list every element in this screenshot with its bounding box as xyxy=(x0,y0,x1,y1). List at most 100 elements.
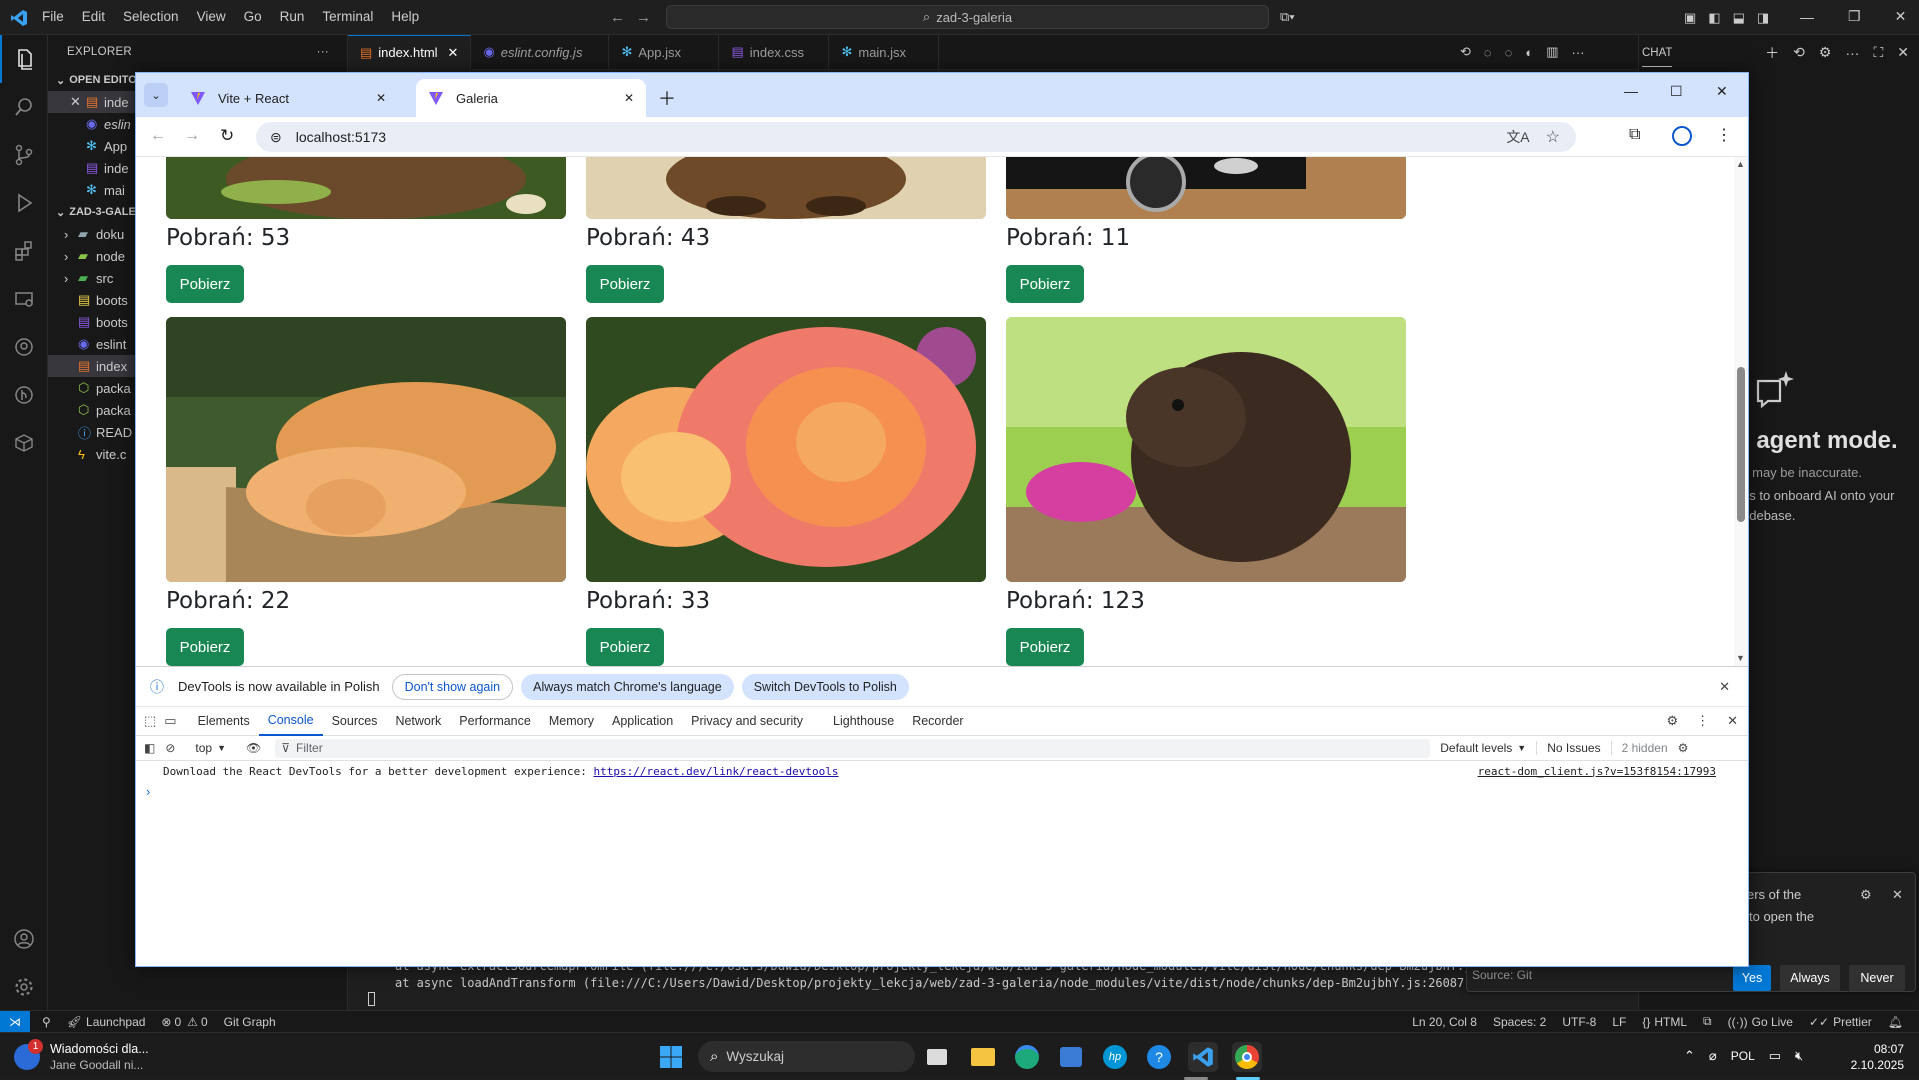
menu-edit[interactable]: Edit xyxy=(82,9,105,24)
copilot-status-icon[interactable]: ⧉ xyxy=(1703,1014,1712,1029)
forward-arrow-icon[interactable]: → xyxy=(636,9,651,26)
download-button[interactable]: Pobierz xyxy=(586,628,664,666)
inspect-element-icon[interactable]: ⬚ xyxy=(144,713,156,729)
volume-muted-icon[interactable]: 🔇︎ xyxy=(1795,1048,1803,1064)
toggle-sidebar-icon[interactable]: ◧ xyxy=(1708,10,1720,26)
indentation[interactable]: Spaces: 2 xyxy=(1493,1015,1546,1029)
remote-explorer-icon[interactable] xyxy=(0,275,48,323)
profile-avatar-icon[interactable] xyxy=(1672,126,1692,146)
git-graph-status[interactable]: Git Graph xyxy=(224,1015,276,1029)
back-arrow-icon[interactable]: ← xyxy=(610,9,625,26)
github-icon[interactable] xyxy=(0,323,48,371)
bookmark-star-icon[interactable]: ☆ xyxy=(1546,127,1560,147)
search-icon[interactable] xyxy=(0,83,48,131)
new-chat-icon[interactable]: ＋ xyxy=(1765,43,1779,63)
context-selector[interactable]: top ▼ xyxy=(195,741,226,755)
react-devtools-link[interactable]: https://react.dev/link/react-devtools xyxy=(593,765,838,778)
source-control-icon[interactable] xyxy=(0,131,48,179)
photo-guinea-pig[interactable] xyxy=(1006,317,1406,582)
notification-settings-gear-icon[interactable]: ⚙ xyxy=(1860,887,1872,903)
problems-item[interactable]: ⊗ 0 ⚠ 0 xyxy=(161,1015,207,1029)
menu-view[interactable]: View xyxy=(197,9,226,24)
download-button[interactable]: Pobierz xyxy=(1006,628,1084,666)
devtools-tab-recorder[interactable]: Recorder xyxy=(903,707,972,736)
devtools-tab-lighthouse[interactable]: Lighthouse xyxy=(824,707,903,736)
network-icon[interactable]: ⌀ xyxy=(1709,1048,1717,1064)
close-icon[interactable]: ✕ xyxy=(1897,44,1909,61)
run-debug-icon[interactable] xyxy=(0,179,48,227)
devtools-tab-privacy[interactable]: Privacy and security xyxy=(682,707,812,736)
command-center[interactable]: ⌕ zad-3-galeria xyxy=(666,5,1269,29)
display-icon[interactable]: ▭ xyxy=(1769,1048,1781,1064)
chrome-tab-galeria[interactable]: Galeria ✕ xyxy=(416,79,646,117)
file-explorer-icon[interactable] xyxy=(968,1042,998,1072)
devtools-tab-sources[interactable]: Sources xyxy=(323,707,387,736)
news-widget[interactable]: 1 Wiadomości dla... Jane Goodall ni... xyxy=(14,1039,149,1073)
toggle-secondary-sidebar-icon[interactable]: ◨ xyxy=(1757,10,1769,26)
devtools-settings-gear-icon[interactable]: ⚙ xyxy=(1666,713,1678,729)
never-button[interactable]: Never xyxy=(1849,965,1905,991)
reload-icon[interactable]: ↻ xyxy=(220,126,234,146)
download-button[interactable]: Pobierz xyxy=(1006,265,1084,303)
page-scrollbar[interactable]: ▲ ▼ xyxy=(1734,157,1748,666)
close-icon[interactable]: ✕ xyxy=(448,45,459,61)
issues-counter[interactable]: No Issues xyxy=(1536,741,1601,755)
menu-help[interactable]: Help xyxy=(391,9,419,24)
dont-show-again-button[interactable]: Don't show again xyxy=(391,673,514,700)
input-language[interactable]: POL xyxy=(1731,1049,1755,1063)
minimize-icon[interactable]: — xyxy=(1624,83,1638,99)
scroll-up-icon[interactable]: ▲ xyxy=(1736,159,1745,169)
switch-devtools-polish-button[interactable]: Switch DevTools to Polish xyxy=(741,673,909,700)
git-graph-icon[interactable] xyxy=(0,371,48,419)
history-icon[interactable]: ⟲ xyxy=(1793,44,1805,61)
circle-icon[interactable]: ◌ xyxy=(1484,45,1492,60)
live-preview-icon[interactable]: ◐ xyxy=(1525,45,1533,60)
explorer-icon[interactable] xyxy=(0,35,48,83)
devtools-tab-performance[interactable]: Performance xyxy=(450,707,540,736)
language-mode[interactable]: {} HTML xyxy=(1642,1015,1687,1029)
help-app-icon[interactable]: ? xyxy=(1144,1042,1174,1072)
copilot-icon[interactable]: ⧉▾ xyxy=(1280,9,1295,25)
close-icon[interactable]: ✕ xyxy=(1892,887,1903,903)
more-actions-icon[interactable]: ··· xyxy=(317,46,329,58)
always-button[interactable]: Always xyxy=(1780,965,1840,991)
layout-icon[interactable]: ▣ xyxy=(1684,10,1696,26)
photo-guinea-pig-grass[interactable] xyxy=(166,157,566,219)
encoding[interactable]: UTF-8 xyxy=(1562,1015,1596,1029)
edge-browser-icon[interactable] xyxy=(1012,1042,1042,1072)
photo-sleeping-kittens[interactable] xyxy=(166,317,566,582)
settings-gear-icon[interactable]: ⚙ xyxy=(1819,44,1832,61)
devtools-tab-network[interactable]: Network xyxy=(386,707,450,736)
menu-file[interactable]: File xyxy=(42,9,64,24)
yes-button[interactable]: Yes xyxy=(1733,965,1771,991)
editor-tab-app[interactable]: ✻ App.jsx xyxy=(609,34,720,70)
windows-start-icon[interactable] xyxy=(656,1042,686,1072)
photo-puppy[interactable] xyxy=(586,157,986,219)
microsoft-store-icon[interactable] xyxy=(1056,1042,1086,1072)
close-icon[interactable]: ✕ xyxy=(1719,679,1730,695)
menu-go[interactable]: Go xyxy=(244,9,262,24)
minimize-icon[interactable]: — xyxy=(1800,9,1814,25)
live-expression-eye-icon[interactable]: 👁︎ xyxy=(246,741,261,755)
close-icon[interactable]: ✕ xyxy=(376,91,386,105)
menu-run[interactable]: Run xyxy=(280,9,305,24)
editor-tab-index-html[interactable]: ▤ index.html ✕ xyxy=(348,34,472,70)
new-tab-plus-icon[interactable]: ＋ xyxy=(658,85,676,111)
devtools-tab-memory[interactable]: Memory xyxy=(540,707,603,736)
devtools-tab-application[interactable]: Application xyxy=(603,707,682,736)
devtools-tab-console[interactable]: Console xyxy=(258,707,323,736)
sidebar-toggle-icon[interactable]: ◧ xyxy=(144,741,155,755)
console-source-link[interactable]: react-dom_client.js?v=153f8154:17993 xyxy=(1478,765,1716,778)
manage-gear-icon[interactable] xyxy=(0,963,48,1011)
menu-terminal[interactable]: Terminal xyxy=(322,9,373,24)
extensions-icon[interactable] xyxy=(0,227,48,275)
always-match-language-button[interactable]: Always match Chrome's language xyxy=(521,673,734,700)
clock[interactable]: 08:07 2.10.2025 xyxy=(1850,1041,1904,1073)
site-info-icon[interactable]: ⊜ xyxy=(270,129,282,146)
circle-forward-icon[interactable]: ◌ xyxy=(1505,45,1513,60)
restore-icon[interactable]: ❐ xyxy=(1848,8,1861,25)
launchpad-item[interactable]: 🚀︎ Launchpad xyxy=(67,1015,146,1029)
console-prompt[interactable]: › xyxy=(136,781,1748,801)
toggle-panel-icon[interactable]: ⬓ xyxy=(1733,10,1745,26)
editor-tab-index-css[interactable]: ▤ index.css xyxy=(719,34,830,70)
